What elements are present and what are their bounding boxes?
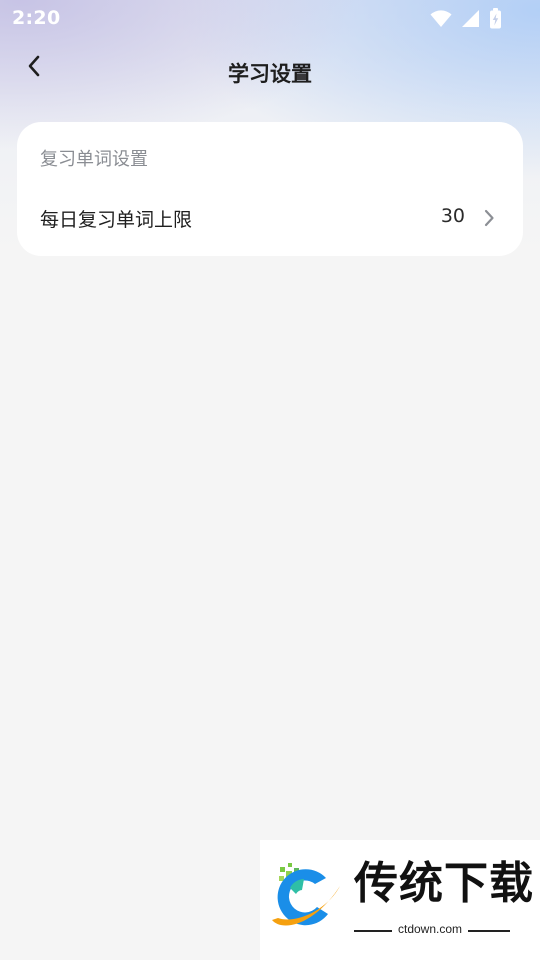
status-bar: 2:20: [0, 0, 540, 36]
status-icons: [430, 8, 502, 33]
page-title: 学习设置: [228, 62, 312, 86]
watermark: 传统下载 ctdown.com: [260, 840, 540, 960]
watermark-divider-left: [354, 930, 392, 932]
chevron-right-icon: [483, 208, 495, 232]
watermark-divider-right: [468, 930, 510, 932]
watermark-url: ctdown.com: [398, 922, 463, 936]
watermark-brand: 传统下载: [354, 858, 534, 909]
battery-charging-icon: [489, 8, 502, 33]
app-header: 学习设置: [0, 40, 540, 104]
watermark-logo-icon: [268, 860, 344, 940]
status-time: 2:20: [12, 7, 61, 29]
cellular-signal-icon: [461, 9, 480, 32]
setting-label: 每日复习单词上限: [40, 209, 193, 231]
setting-value: 30: [440, 205, 465, 227]
wifi-icon: [430, 9, 452, 32]
settings-card: 复习单词设置 每日复习单词上限 30: [17, 122, 523, 256]
daily-review-limit-row[interactable]: 每日复习单词上限 30: [17, 192, 523, 244]
section-title: 复习单词设置: [40, 149, 148, 170]
